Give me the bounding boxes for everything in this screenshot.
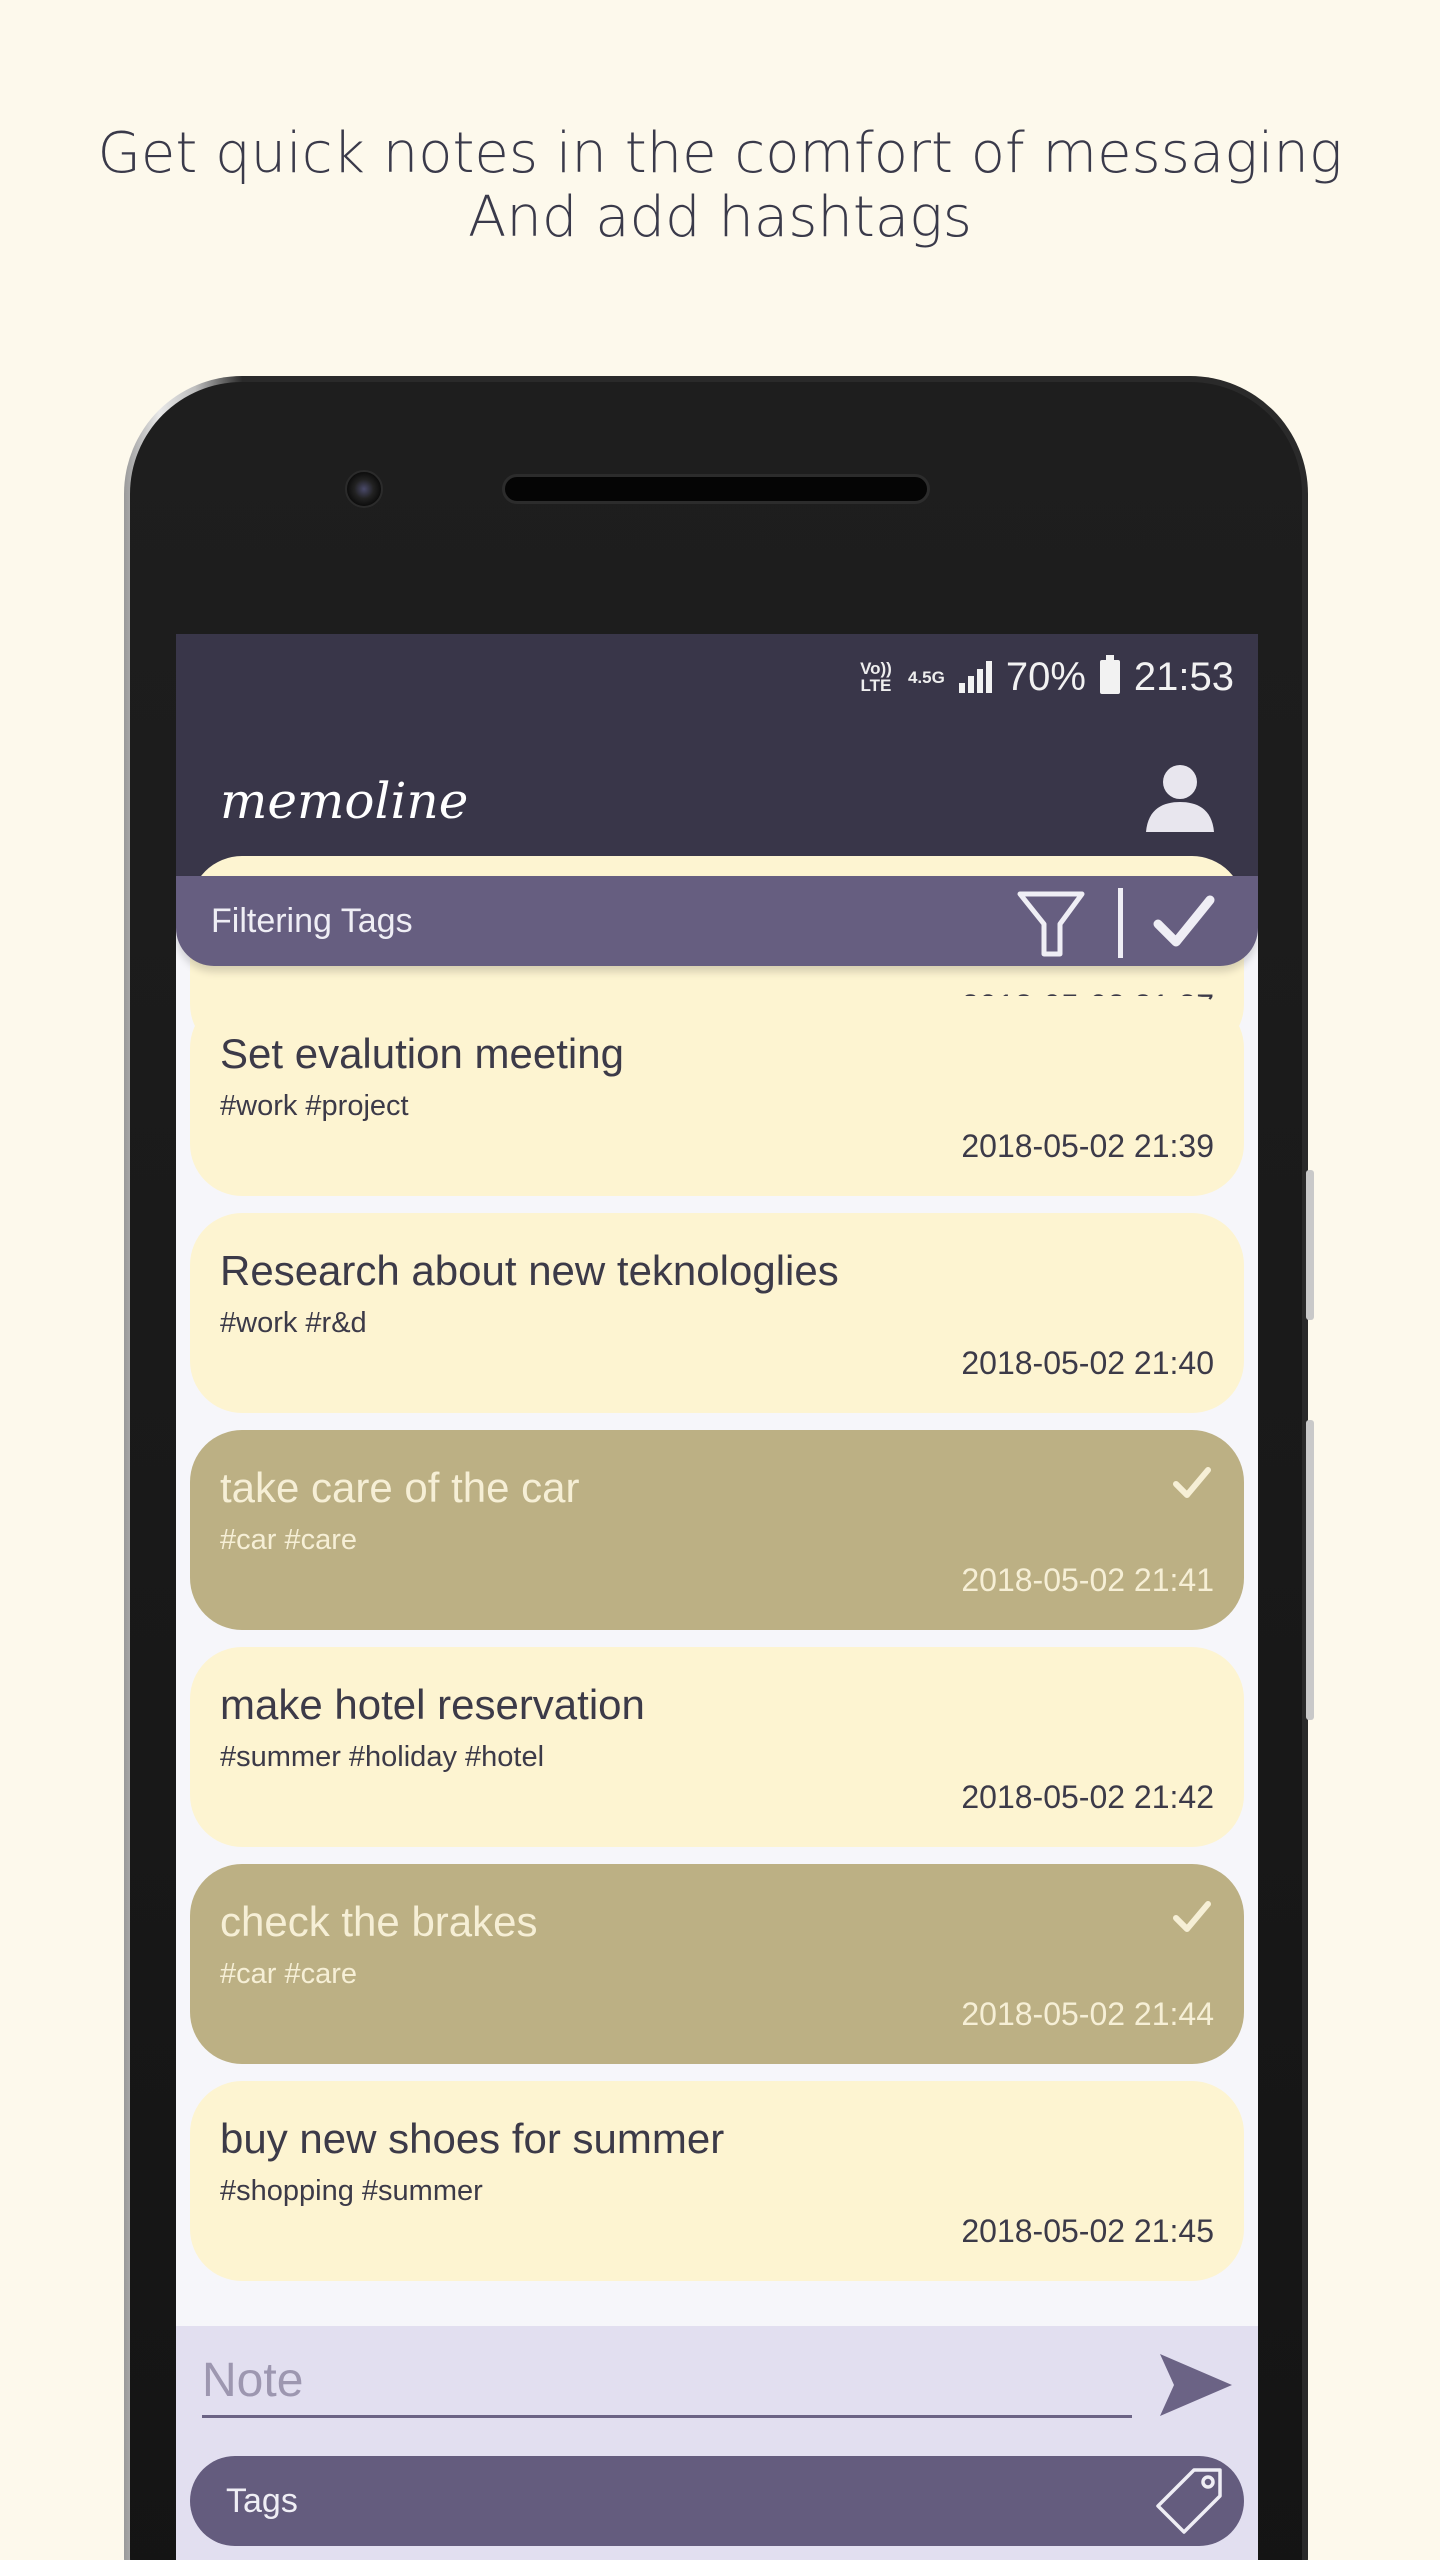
note-tags: #car #care [220, 1524, 358, 1556]
app-logo: memoline [220, 772, 468, 830]
note-date: 2018-05-02 21:45 [961, 2213, 1214, 2249]
note-title: check the brakes [220, 1898, 538, 1945]
note-tags: #shopping #summer [220, 2175, 483, 2207]
promo-headline-line1: Get quick notes in the comfort of messag… [97, 121, 1343, 186]
note-card-done[interactable]: take care of the car #car #care 2018-05-… [190, 1430, 1244, 1630]
done-check-icon [1173, 1901, 1211, 1932]
note-date: 2018-05-02 21:42 [961, 1779, 1214, 1815]
note-title: buy new shoes for summer [220, 2115, 725, 2162]
note-tags: #work #r&d [220, 1307, 367, 1339]
note-input[interactable] [202, 2346, 1132, 2418]
volume-button [1306, 1170, 1314, 1320]
send-icon[interactable] [1156, 2350, 1236, 2420]
volte-indicator: Vo)) LTE [860, 659, 892, 695]
promo-headline: Get quick notes in the comfort of messag… [0, 122, 1440, 250]
note-title: make hotel reservation [220, 1681, 645, 1728]
note-card[interactable]: Research about new teknologlies #work #r… [190, 1213, 1244, 1413]
promo-headline-line2: And add hashtags [468, 185, 972, 250]
note-card[interactable]: buy new shoes for summer #shopping #summ… [190, 2081, 1244, 2281]
note-title: take care of the car [220, 1464, 580, 1511]
tag-icon [1156, 2468, 1222, 2534]
filter-divider [1118, 888, 1123, 958]
note-date: 2018-05-02 21:39 [961, 1128, 1214, 1164]
app-logo-text: memoline [220, 772, 469, 830]
status-bar: Vo)) LTE 4.5G 70% 21:53 [176, 634, 1258, 720]
tags-button[interactable]: Tags [190, 2456, 1244, 2546]
done-check-icon [1173, 1467, 1211, 1498]
note-card[interactable]: Set evalution meeting #work #project 201… [190, 996, 1244, 1196]
note-title: Set evalution meeting [220, 1030, 624, 1077]
note-title: Research about new teknologlies [220, 1247, 839, 1294]
phone-screen: Vo)) LTE 4.5G 70% 21:53 memoline Filteri… [176, 634, 1258, 2560]
person-icon[interactable] [1140, 756, 1220, 836]
check-icon[interactable] [1152, 890, 1216, 954]
funnel-icon[interactable] [1016, 888, 1086, 960]
note-card-done[interactable]: check the brakes #car #care 2018-05-02 2… [190, 1864, 1244, 2064]
app-bar: memoline [176, 720, 1258, 876]
note-card[interactable]: make hotel reservation #summer #holiday … [190, 1647, 1244, 1847]
filter-label[interactable]: Filtering Tags [211, 902, 413, 941]
earpiece-speaker [502, 474, 930, 504]
battery-percent: 70% [1005, 654, 1086, 699]
note-tags: #car #care [220, 1958, 358, 1990]
clock: 21:53 [1133, 654, 1234, 699]
filter-bar: Filtering Tags [176, 876, 1258, 966]
note-tags: #summer #holiday #hotel [220, 1741, 545, 1773]
note-date: 2018-05-02 21:44 [961, 1996, 1214, 2032]
network-indicator: 4.5G [907, 667, 945, 687]
note-date: 2018-05-02 21:41 [961, 1562, 1214, 1598]
signal-icon [958, 661, 992, 693]
tags-label: Tags [226, 2482, 298, 2520]
note-tags: #work #project [220, 1090, 409, 1122]
front-camera [345, 470, 383, 508]
note-date: 2018-05-02 21:40 [961, 1345, 1214, 1381]
compose-area: Tags [176, 2326, 1258, 2560]
battery-icon [1099, 655, 1120, 694]
power-button [1306, 1420, 1314, 1720]
